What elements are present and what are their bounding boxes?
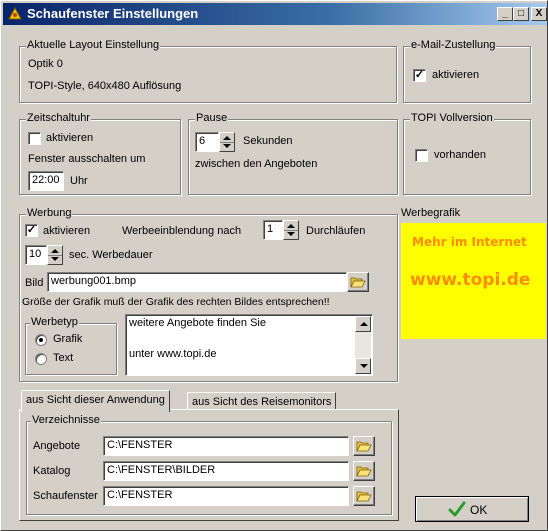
email-checkbox[interactable]: ✓ <box>413 69 426 82</box>
tab-panel: Verzeichnisse Angebote C:\FENSTER Katalo… <box>19 409 399 521</box>
ads-size-hint: Größe der Grafik muß der Grafik des rech… <box>22 296 330 308</box>
spin-up-icon <box>223 136 231 140</box>
folder-open-icon <box>356 441 372 452</box>
layout-group-legend: Aktuelle Layout Einstellung <box>26 39 161 51</box>
checkmark-icon <box>448 501 466 520</box>
dir-schaufenster-label: Schaufenster <box>33 490 98 502</box>
ads-duration-field[interactable]: 10 <box>25 245 47 265</box>
app-icon <box>7 6 23 22</box>
ads-image-browse-button[interactable] <box>347 272 369 292</box>
ads-insert-label: Werbeeinblendung nach <box>122 225 242 237</box>
ad-type-radio-grafik[interactable] <box>35 334 47 346</box>
layout-style: TOPI-Style, 640x480 Auflösung <box>28 80 182 92</box>
ok-button-label: OK <box>470 503 488 517</box>
ads-duration-spin-button[interactable] <box>47 245 63 265</box>
dir-angebote-field[interactable]: C:\FENSTER <box>103 436 349 456</box>
full-version-legend: TOPI Vollversion <box>410 112 494 124</box>
full-version-label: vorhanden <box>434 149 486 161</box>
layout-group: Aktuelle Layout Einstellung Optik 0 TOPI… <box>19 39 397 103</box>
directories-legend: Verzeichnisse <box>31 414 101 426</box>
ads-insert-spin-button[interactable] <box>283 220 299 240</box>
ads-duration-label: sec. Werbedauer <box>69 249 153 261</box>
window-title: Schaufenster Einstellungen <box>27 6 199 21</box>
spin-down-icon <box>51 257 59 261</box>
email-group: e-Mail-Zustellung ✓ aktivieren <box>403 39 531 103</box>
ads-insert-field[interactable]: 1 <box>263 220 283 240</box>
dir-katalog-browse-button[interactable] <box>353 461 375 481</box>
arrow-up-icon <box>360 322 368 326</box>
ad-type-grafik-label: Grafik <box>53 333 83 345</box>
ads-checkbox[interactable]: ✓ <box>25 224 38 237</box>
dir-angebote-label: Angebote <box>33 440 81 452</box>
dir-schaufenster-browse-button[interactable] <box>353 486 375 506</box>
ad-graphic-line1: Mehr im Internet <box>412 235 527 249</box>
directories-group: Verzeichnisse Angebote C:\FENSTER Katalo… <box>26 414 392 515</box>
scroll-up-button[interactable] <box>355 316 371 332</box>
folder-open-icon <box>356 466 372 477</box>
ads-checkbox-label: aktivieren <box>43 225 91 237</box>
ad-text-memo[interactable]: weitere Angebote finden Sie unter www.to… <box>125 314 373 376</box>
ad-text-line1: weitere Angebote finden Sie <box>129 317 266 329</box>
full-version-group: TOPI Vollversion vorhanden <box>403 112 531 195</box>
arrow-down-icon <box>360 364 368 368</box>
pause-spin-button[interactable] <box>219 132 235 152</box>
pause-group: Pause 6 Sekunden zwischen den Angeboten <box>188 112 398 195</box>
spin-divider <box>220 142 234 143</box>
ads-group-legend: Werbung <box>26 207 73 219</box>
email-group-legend: e-Mail-Zustellung <box>410 39 497 51</box>
close-button[interactable]: X <box>531 7 547 21</box>
ad-type-group: Werbetyp Grafik Text <box>25 316 117 375</box>
ad-graphic-line2: www.topi.de <box>410 270 531 290</box>
ok-button[interactable]: OK <box>415 496 529 522</box>
folder-open-icon <box>356 491 372 502</box>
pause-seconds-field[interactable]: 6 <box>195 132 219 152</box>
layout-optik: Optik 0 <box>28 58 63 70</box>
dir-schaufenster-field[interactable]: C:\FENSTER <box>103 486 349 506</box>
timer-group: Zeitschaltuhr aktivieren Fenster ausscha… <box>19 112 181 195</box>
email-checkbox-label: aktivieren <box>432 69 480 81</box>
ad-type-text-label: Text <box>53 352 74 364</box>
spin-divider <box>284 230 298 231</box>
timer-off-label: Fenster ausschalten um <box>28 153 146 165</box>
pause-desc: zwischen den Angeboten <box>195 158 318 170</box>
memo-scrollbar[interactable] <box>355 316 371 374</box>
folder-open-icon <box>350 277 366 288</box>
ad-type-radio-text[interactable] <box>35 353 47 365</box>
spin-divider <box>48 255 62 256</box>
spin-down-icon <box>223 144 231 148</box>
timer-unit-label: Uhr <box>70 175 88 187</box>
ads-group: Werbung ✓ aktivieren Werbeeinblendung na… <box>19 207 398 382</box>
ad-graphic-preview: Mehr im Internet www.topi.de <box>401 223 546 339</box>
timer-time-field[interactable]: 22:00 <box>28 171 64 191</box>
ad-type-legend: Werbetyp <box>30 316 79 328</box>
settings-window: Schaufenster Einstellungen _ □ X Aktuell… <box>0 0 548 531</box>
maximize-button[interactable]: □ <box>513 7 529 21</box>
pause-unit-label: Sekunden <box>243 135 293 147</box>
spin-up-icon <box>51 249 59 253</box>
spin-down-icon <box>287 232 295 236</box>
ad-text-line2: unter www.topi.de <box>129 348 217 360</box>
dir-katalog-label: Katalog <box>33 465 71 477</box>
timer-checkbox-label: aktivieren <box>46 132 94 144</box>
ads-insert-unit: Durchläufen <box>306 225 366 237</box>
pause-group-legend: Pause <box>195 112 229 124</box>
timer-group-legend: Zeitschaltuhr <box>26 112 91 124</box>
timer-checkbox[interactable] <box>28 132 41 145</box>
dir-angebote-browse-button[interactable] <box>353 436 375 456</box>
ads-image-label: Bild <box>25 277 44 289</box>
ad-graphic-label: Werbegrafik <box>401 207 461 219</box>
scroll-down-button[interactable] <box>355 358 371 374</box>
tab-application-view[interactable]: aus Sicht dieser Anwendung <box>21 390 170 412</box>
dir-katalog-field[interactable]: C:\FENSTER\BILDER <box>103 461 349 481</box>
title-bar[interactable]: Schaufenster Einstellungen _ □ X <box>3 3 547 25</box>
ads-image-field[interactable]: werbung001.bmp <box>47 272 347 292</box>
full-version-checkbox[interactable] <box>415 149 428 162</box>
minimize-button[interactable]: _ <box>497 7 513 21</box>
spin-up-icon <box>287 224 295 228</box>
